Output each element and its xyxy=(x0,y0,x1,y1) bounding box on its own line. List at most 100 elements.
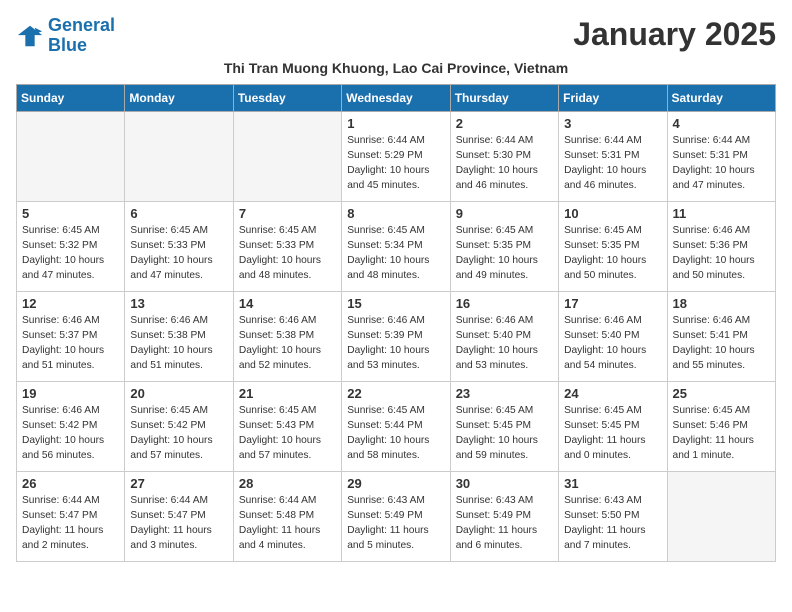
day-number: 31 xyxy=(564,476,661,491)
table-cell: 2 Sunrise: 6:44 AM Sunset: 5:30 PM Daylig… xyxy=(450,111,558,201)
table-cell: 27 Sunrise: 6:44 AM Sunset: 5:47 PM Dayli… xyxy=(125,471,233,561)
table-cell: 16Sunrise: 6:46 AM Sunset: 5:40 PM Dayli… xyxy=(450,291,558,381)
day-number: 12 xyxy=(22,296,119,311)
title-block: January 2025 xyxy=(573,16,776,53)
table-cell: 20 Sunrise: 6:45 AM Sunset: 5:42 PM Dayli… xyxy=(125,381,233,471)
col-tuesday: Tuesday xyxy=(233,84,341,111)
table-cell: 6 Sunrise: 6:45 AM Sunset: 5:33 PM Daylig… xyxy=(125,201,233,291)
day-info: Sunrise: 6:45 AM Sunset: 5:45 PM Dayligh… xyxy=(564,403,661,464)
day-number: 29 xyxy=(347,476,444,491)
col-monday: Monday xyxy=(125,84,233,111)
day-number: 26 xyxy=(22,476,119,491)
day-info: Sunrise: 6:44 AM Sunset: 5:47 PM Dayligh… xyxy=(130,493,227,554)
day-number: 10 xyxy=(564,206,661,221)
calendar-row: 19Sunrise: 6:46 AM Sunset: 5:42 PM Dayli… xyxy=(17,381,776,471)
day-number: 28 xyxy=(239,476,336,491)
day-number: 2 xyxy=(456,116,553,131)
col-sunday: Sunday xyxy=(17,84,125,111)
calendar-table: Sunday Monday Tuesday Wednesday Thursday… xyxy=(16,84,776,562)
day-info: Sunrise: 6:45 AM Sunset: 5:34 PM Dayligh… xyxy=(347,223,444,284)
day-info: Sunrise: 6:45 AM Sunset: 5:45 PM Dayligh… xyxy=(456,403,553,464)
table-cell: 17 Sunrise: 6:46 AM Sunset: 5:40 PM Dayli… xyxy=(559,291,667,381)
header-row: Sunday Monday Tuesday Wednesday Thursday… xyxy=(17,84,776,111)
day-number: 15 xyxy=(347,296,444,311)
day-info: Sunrise: 6:43 AM Sunset: 5:49 PM Dayligh… xyxy=(347,493,444,554)
day-number: 5 xyxy=(22,206,119,221)
day-number: 22 xyxy=(347,386,444,401)
logo-line1: General xyxy=(48,15,115,35)
day-info: Sunrise: 6:46 AM Sunset: 5:38 PM Dayligh… xyxy=(239,313,336,374)
day-number: 20 xyxy=(130,386,227,401)
table-cell: 18Sunrise: 6:46 AM Sunset: 5:41 PM Dayli… xyxy=(667,291,775,381)
day-number: 25 xyxy=(673,386,770,401)
day-number: 24 xyxy=(564,386,661,401)
day-number: 3 xyxy=(564,116,661,131)
table-cell: 28Sunrise: 6:44 AM Sunset: 5:48 PM Dayli… xyxy=(233,471,341,561)
day-number: 9 xyxy=(456,206,553,221)
day-info: Sunrise: 6:46 AM Sunset: 5:39 PM Dayligh… xyxy=(347,313,444,374)
day-info: Sunrise: 6:44 AM Sunset: 5:30 PM Dayligh… xyxy=(456,133,553,194)
day-info: Sunrise: 6:45 AM Sunset: 5:33 PM Dayligh… xyxy=(130,223,227,284)
day-number: 23 xyxy=(456,386,553,401)
day-info: Sunrise: 6:45 AM Sunset: 5:42 PM Dayligh… xyxy=(130,403,227,464)
month-title: January 2025 xyxy=(573,16,776,53)
day-number: 6 xyxy=(130,206,227,221)
table-cell: 24 Sunrise: 6:45 AM Sunset: 5:45 PM Dayli… xyxy=(559,381,667,471)
day-number: 11 xyxy=(673,206,770,221)
calendar-row: 12 Sunrise: 6:46 AM Sunset: 5:37 PM Dayli… xyxy=(17,291,776,381)
table-cell: 8 Sunrise: 6:45 AM Sunset: 5:34 PM Daylig… xyxy=(342,201,450,291)
day-number: 4 xyxy=(673,116,770,131)
col-saturday: Saturday xyxy=(667,84,775,111)
calendar-row: 26 Sunrise: 6:44 AM Sunset: 5:47 PM Dayli… xyxy=(17,471,776,561)
table-cell xyxy=(17,111,125,201)
table-cell: 10 Sunrise: 6:45 AM Sunset: 5:35 PM Dayli… xyxy=(559,201,667,291)
table-cell xyxy=(667,471,775,561)
logo-icon xyxy=(16,22,44,50)
table-cell: 14Sunrise: 6:46 AM Sunset: 5:38 PM Dayli… xyxy=(233,291,341,381)
calendar-row: 1Sunrise: 6:44 AM Sunset: 5:29 PM Daylig… xyxy=(17,111,776,201)
day-number: 8 xyxy=(347,206,444,221)
table-cell: 31 Sunrise: 6:43 AM Sunset: 5:50 PM Dayli… xyxy=(559,471,667,561)
table-cell: 29 Sunrise: 6:43 AM Sunset: 5:49 PM Dayli… xyxy=(342,471,450,561)
table-cell xyxy=(125,111,233,201)
table-cell: 4 Sunrise: 6:44 AM Sunset: 5:31 PM Daylig… xyxy=(667,111,775,201)
table-cell: 19Sunrise: 6:46 AM Sunset: 5:42 PM Dayli… xyxy=(17,381,125,471)
day-info: Sunrise: 6:45 AM Sunset: 5:43 PM Dayligh… xyxy=(239,403,336,464)
day-info: Sunrise: 6:46 AM Sunset: 5:40 PM Dayligh… xyxy=(564,313,661,374)
table-cell: 23 Sunrise: 6:45 AM Sunset: 5:45 PM Dayli… xyxy=(450,381,558,471)
day-info: Sunrise: 6:45 AM Sunset: 5:35 PM Dayligh… xyxy=(456,223,553,284)
table-cell: 3 Sunrise: 6:44 AM Sunset: 5:31 PM Daylig… xyxy=(559,111,667,201)
day-info: Sunrise: 6:46 AM Sunset: 5:38 PM Dayligh… xyxy=(130,313,227,374)
table-cell: 5 Sunrise: 6:45 AM Sunset: 5:32 PM Daylig… xyxy=(17,201,125,291)
table-cell: 7 Sunrise: 6:45 AM Sunset: 5:33 PM Daylig… xyxy=(233,201,341,291)
day-info: Sunrise: 6:46 AM Sunset: 5:40 PM Dayligh… xyxy=(456,313,553,374)
day-info: Sunrise: 6:44 AM Sunset: 5:31 PM Dayligh… xyxy=(564,133,661,194)
day-info: Sunrise: 6:46 AM Sunset: 5:37 PM Dayligh… xyxy=(22,313,119,374)
day-number: 18 xyxy=(673,296,770,311)
day-number: 1 xyxy=(347,116,444,131)
table-cell: 21Sunrise: 6:45 AM Sunset: 5:43 PM Dayli… xyxy=(233,381,341,471)
day-number: 17 xyxy=(564,296,661,311)
day-number: 19 xyxy=(22,386,119,401)
logo-line2: Blue xyxy=(48,35,87,55)
table-cell: 22Sunrise: 6:45 AM Sunset: 5:44 PM Dayli… xyxy=(342,381,450,471)
day-info: Sunrise: 6:44 AM Sunset: 5:47 PM Dayligh… xyxy=(22,493,119,554)
table-cell: 9 Sunrise: 6:45 AM Sunset: 5:35 PM Daylig… xyxy=(450,201,558,291)
day-info: Sunrise: 6:45 AM Sunset: 5:32 PM Dayligh… xyxy=(22,223,119,284)
day-info: Sunrise: 6:45 AM Sunset: 5:33 PM Dayligh… xyxy=(239,223,336,284)
day-number: 27 xyxy=(130,476,227,491)
page-header: General Blue January 2025 xyxy=(16,16,776,56)
day-info: Sunrise: 6:44 AM Sunset: 5:31 PM Dayligh… xyxy=(673,133,770,194)
logo: General Blue xyxy=(16,16,115,56)
table-cell: 30 Sunrise: 6:43 AM Sunset: 5:49 PM Dayli… xyxy=(450,471,558,561)
subtitle: Thi Tran Muong Khuong, Lao Cai Province,… xyxy=(16,60,776,76)
table-cell: 26 Sunrise: 6:44 AM Sunset: 5:47 PM Dayli… xyxy=(17,471,125,561)
table-cell: 25Sunrise: 6:45 AM Sunset: 5:46 PM Dayli… xyxy=(667,381,775,471)
table-cell: 12 Sunrise: 6:46 AM Sunset: 5:37 PM Dayli… xyxy=(17,291,125,381)
col-wednesday: Wednesday xyxy=(342,84,450,111)
day-info: Sunrise: 6:43 AM Sunset: 5:50 PM Dayligh… xyxy=(564,493,661,554)
day-info: Sunrise: 6:43 AM Sunset: 5:49 PM Dayligh… xyxy=(456,493,553,554)
day-number: 30 xyxy=(456,476,553,491)
day-info: Sunrise: 6:45 AM Sunset: 5:35 PM Dayligh… xyxy=(564,223,661,284)
day-number: 7 xyxy=(239,206,336,221)
